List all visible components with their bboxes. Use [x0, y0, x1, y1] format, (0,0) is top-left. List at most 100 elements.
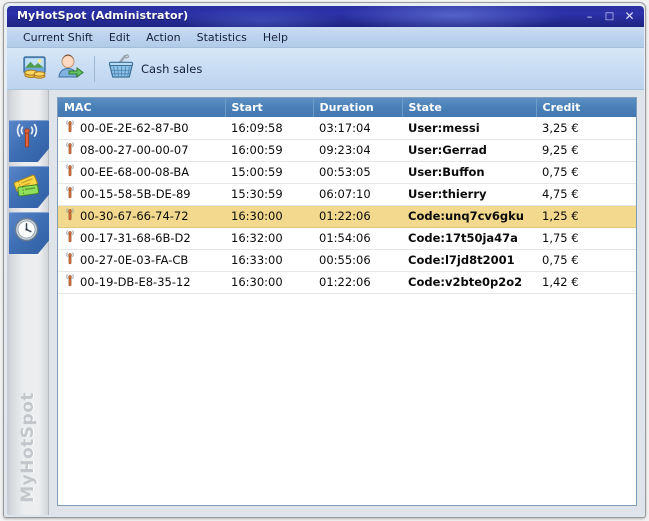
menu-current-shift[interactable]: Current Shift	[15, 29, 101, 46]
user-account-icon	[55, 52, 85, 86]
column-header-start[interactable]: Start	[225, 98, 314, 117]
menu-statistics[interactable]: Statistics	[189, 29, 255, 46]
cell-mac: 00-30-67-66-74-72	[58, 205, 225, 228]
sidebar-brand: MyHotSpot	[7, 392, 49, 507]
table-row[interactable]: 00-0E-2E-62-87-B0 16:09:58 03:17:04 User:me…	[58, 117, 636, 140]
mac-address: 00-27-0E-03-FA-CB	[80, 253, 189, 267]
menu-action[interactable]: Action	[138, 29, 188, 46]
cell-duration: 01:22:06	[313, 271, 402, 294]
cell-state: Code:17t50ja47a	[402, 227, 536, 250]
table-row[interactable]: 00-EE-68-00-08-BA 15:00:59 00:53:05 User:Bu…	[58, 161, 636, 184]
cell-credit: 4,75 €	[536, 183, 636, 206]
sidebar-item-hotspot[interactable]	[7, 118, 49, 164]
sidebar-brand-label: MyHotSpot	[18, 392, 38, 503]
cell-start: 16:32:00	[225, 227, 313, 250]
cell-start: 16:09:58	[225, 117, 313, 140]
window-inner: MyHotSpot (Administrator) – □ ✕ Current …	[7, 6, 644, 515]
shopping-basket-icon	[106, 52, 136, 86]
cell-mac: 08-00-27-00-00-07	[58, 139, 225, 162]
tickets-voucher-icon	[12, 169, 42, 199]
column-header-credit[interactable]: Credit	[536, 98, 636, 117]
maximize-button[interactable]: □	[602, 9, 617, 24]
cell-duration: 00:55:06	[313, 249, 402, 272]
sidebar: MyHotSpot	[7, 90, 49, 515]
wifi-signal-icon	[64, 164, 76, 180]
cell-mac: 00-EE-68-00-08-BA	[58, 161, 225, 184]
table-row[interactable]: 08-00-27-00-00-07 16:00:59 09:23:04 User:Ge…	[58, 139, 636, 162]
session-grid[interactable]: MAC Start Duration State Credit 00-0E-2E…	[57, 97, 637, 506]
column-header-mac[interactable]: MAC	[58, 98, 226, 117]
cell-duration: 01:54:06	[313, 227, 402, 250]
mac-address: 00-EE-68-00-08-BA	[80, 165, 190, 179]
wifi-signal-icon	[64, 142, 76, 158]
cell-mac: 00-0E-2E-62-87-B0	[58, 117, 225, 140]
table-row[interactable]: 00-19-DB-E8-35-12 16:30:00 01:22:06 Code:v2…	[58, 271, 636, 294]
toolbar: Cash sales	[7, 48, 644, 90]
table-row[interactable]: 00-30-67-66-74-72 16:30:00 01:22:06 Code:un…	[58, 205, 636, 228]
wifi-signal-icon	[64, 208, 76, 224]
cell-duration: 03:17:04	[313, 117, 402, 140]
cell-mac: 00-19-DB-E8-35-12	[58, 271, 225, 294]
cash-sales-label: Cash sales	[141, 61, 203, 76]
cell-start: 16:30:00	[225, 205, 313, 228]
table-row[interactable]: 00-15-58-5B-DE-89 15:30:59 06:07:10 User:th…	[58, 183, 636, 206]
mac-address: 00-30-67-66-74-72	[80, 209, 189, 223]
toolbar-separator	[94, 55, 95, 82]
table-body: 00-0E-2E-62-87-B0 16:09:58 03:17:04 User:me…	[58, 117, 636, 294]
menu-help[interactable]: Help	[255, 29, 296, 46]
cell-state: User:Gerrad	[402, 139, 536, 162]
session-table: MAC Start Duration State Credit 00-0E-2E…	[58, 98, 636, 294]
sidebar-item-history[interactable]	[7, 210, 49, 256]
cell-duration: 06:07:10	[313, 183, 402, 206]
menu-bar: Current Shift Edit Action Statistics Hel…	[7, 27, 644, 48]
close-button[interactable]: ✕	[622, 9, 637, 24]
table-row[interactable]: 00-27-0E-03-FA-CB 16:33:00 00:55:06 Code:l7…	[58, 249, 636, 272]
cell-duration: 01:22:06	[313, 205, 402, 228]
cell-credit: 9,25 €	[536, 139, 636, 162]
cell-credit: 1,75 €	[536, 227, 636, 250]
mac-address: 00-19-DB-E8-35-12	[80, 275, 191, 289]
wifi-signal-icon	[64, 274, 76, 290]
table-header: MAC Start Duration State Credit	[58, 98, 636, 117]
cell-mac: 00-27-0E-03-FA-CB	[58, 249, 225, 272]
cell-start: 16:00:59	[225, 139, 313, 162]
column-header-duration[interactable]: Duration	[313, 98, 403, 117]
cell-credit: 3,25 €	[536, 117, 636, 140]
cell-start: 15:00:59	[225, 161, 313, 184]
cell-state: User:messi	[402, 117, 536, 140]
user-account-button[interactable]	[53, 52, 87, 86]
cell-credit: 1,42 €	[536, 271, 636, 294]
cell-mac: 00-15-58-5B-DE-89	[58, 183, 225, 206]
menu-edit[interactable]: Edit	[101, 29, 138, 46]
mac-address: 00-15-58-5B-DE-89	[80, 187, 191, 201]
cell-duration: 09:23:04	[313, 139, 402, 162]
mac-address: 00-0E-2E-62-87-B0	[80, 120, 189, 135]
cell-state: User:thierry	[402, 183, 536, 206]
column-header-state[interactable]: State	[402, 98, 537, 117]
cash-sales-button[interactable]: Cash sales	[102, 52, 210, 86]
mac-address: 00-17-31-68-6B-D2	[80, 231, 191, 245]
window-title: MyHotSpot (Administrator)	[17, 9, 189, 22]
wifi-signal-icon	[64, 252, 76, 268]
cell-start: 15:30:59	[225, 183, 313, 206]
cash-register-button[interactable]	[19, 52, 53, 86]
cell-credit: 0,75 €	[536, 161, 636, 184]
table-row[interactable]: 00-17-31-68-6B-D2 16:32:00 01:54:06 Code:17…	[58, 227, 636, 250]
main-panel: MAC Start Duration State Credit 00-0E-2E…	[50, 90, 644, 515]
table-header-row: MAC Start Duration State Credit	[58, 98, 636, 117]
cell-credit: 1,25 €	[536, 205, 636, 228]
application-window: MyHotSpot (Administrator) – □ ✕ Current …	[3, 2, 646, 518]
cell-mac: 00-17-31-68-6B-D2	[58, 227, 225, 250]
cell-credit: 0,75 €	[536, 249, 636, 272]
cell-duration: 00:53:05	[313, 161, 402, 184]
wifi-signal-icon	[64, 120, 76, 136]
cell-state: Code:v2bte0p2o2	[402, 271, 536, 294]
clock-history-icon	[12, 215, 42, 245]
cell-start: 16:30:00	[225, 271, 313, 294]
title-bar[interactable]: MyHotSpot (Administrator) – □ ✕	[7, 6, 644, 27]
minimize-button[interactable]: –	[582, 9, 597, 24]
money-card-icon	[21, 52, 51, 86]
body-area: MyHotSpot MAC Start Duration State Credi…	[7, 90, 644, 515]
cell-start: 16:33:00	[225, 249, 313, 272]
sidebar-item-tickets[interactable]	[7, 164, 49, 210]
